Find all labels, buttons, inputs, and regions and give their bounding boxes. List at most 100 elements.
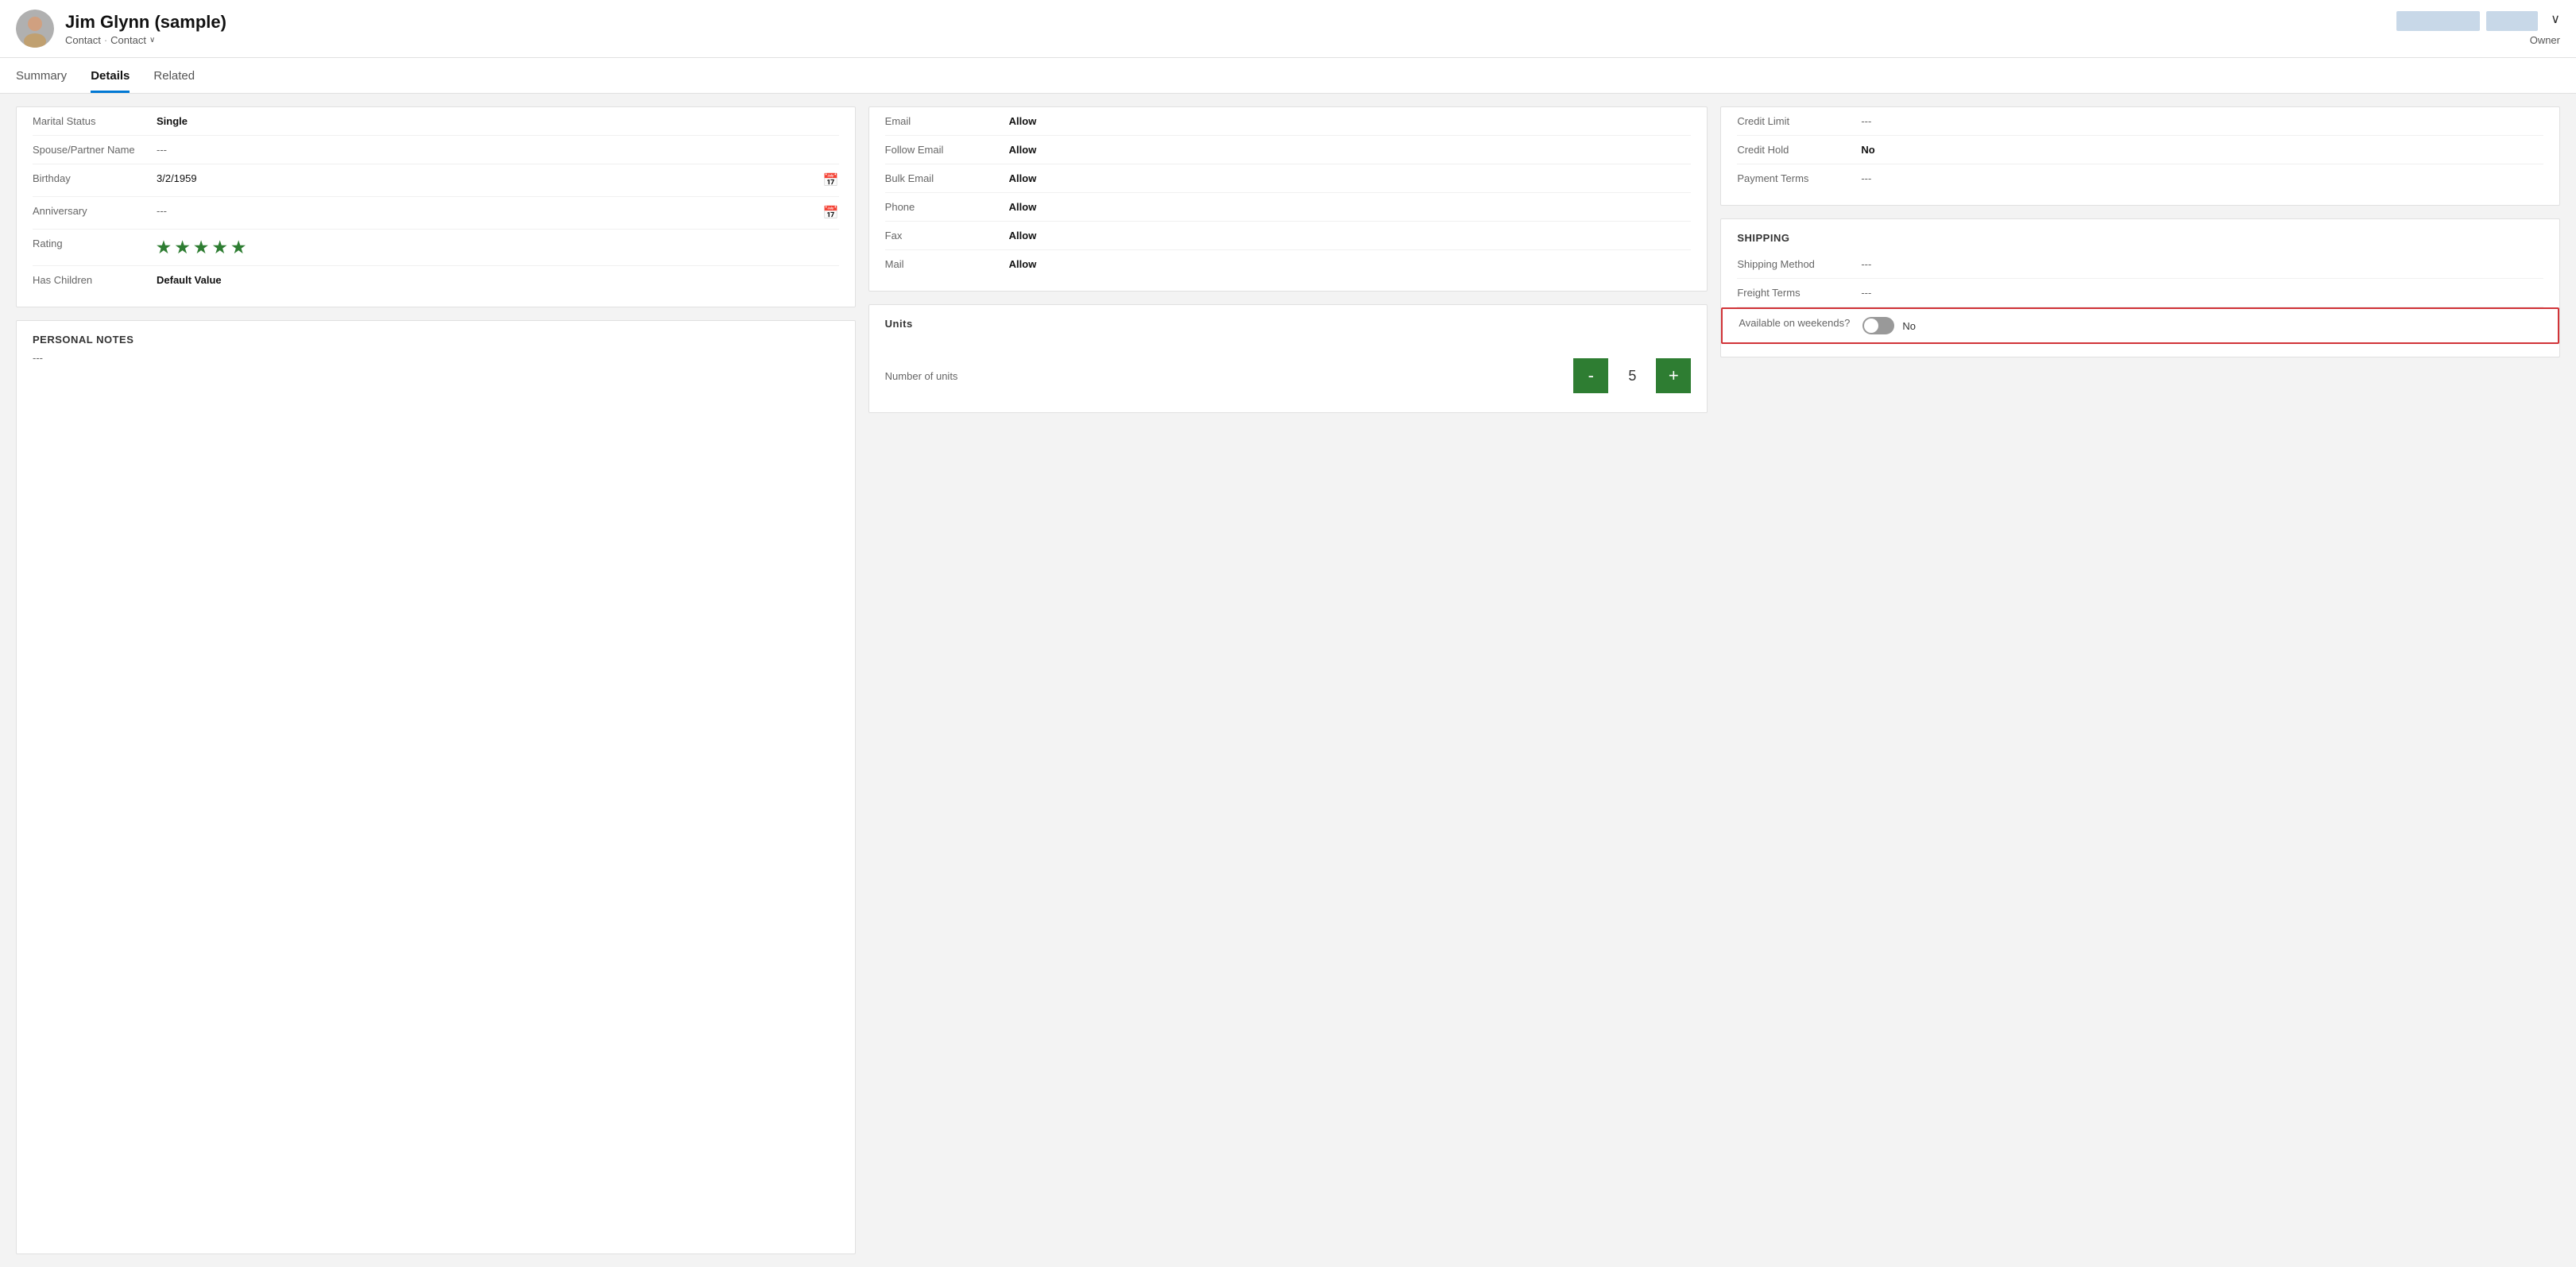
personal-info-card: Marital Status Single Spouse/Partner Nam… (16, 106, 856, 307)
has-children-value: Default Value (157, 274, 839, 286)
email-value: Allow (1009, 115, 1692, 127)
tab-summary[interactable]: Summary (16, 58, 67, 93)
units-row: Number of units - 5 + (885, 358, 1692, 393)
rating-label: Rating (33, 238, 144, 249)
weekends-label: Available on weekends? (1739, 317, 1850, 329)
field-follow-email: Follow Email Allow (885, 136, 1692, 164)
stepper-plus-button[interactable]: + (1656, 358, 1691, 393)
units-label: Number of units (885, 370, 1558, 382)
field-mail: Mail Allow (885, 250, 1692, 278)
header-owner: Owner (2530, 34, 2560, 46)
shipping-title: SHIPPING (1721, 219, 2559, 250)
right-column: Credit Limit --- Credit Hold No Payment … (1720, 106, 2560, 1254)
field-credit-limit: Credit Limit --- (1737, 107, 2543, 136)
personal-notes-body: --- (17, 352, 855, 396)
field-fax: Fax Allow (885, 222, 1692, 250)
rating-stars[interactable]: ★ ★ ★ ★ ★ (157, 238, 839, 257)
shipping-body: Shipping Method --- Freight Terms --- Av… (1721, 250, 2559, 357)
units-stepper: - 5 + (1573, 358, 1691, 393)
credit-card: Credit Limit --- Credit Hold No Payment … (1720, 106, 2560, 206)
payment-terms-value: --- (1861, 172, 2543, 184)
mid-column: Email Allow Follow Email Allow Bulk Emai… (868, 106, 1708, 1254)
star-2[interactable]: ★ (176, 239, 191, 257)
fax-label: Fax (885, 230, 996, 241)
subtitle-dot: · (104, 34, 107, 46)
field-has-children: Has Children Default Value (33, 266, 839, 294)
weekend-toggle[interactable] (1862, 317, 1894, 334)
field-spouse: Spouse/Partner Name --- (33, 136, 839, 164)
shipping-card: SHIPPING Shipping Method --- Freight Ter… (1720, 218, 2560, 357)
shipping-method-value: --- (1861, 258, 2543, 270)
birthday-value: 3/2/1959 (157, 172, 810, 184)
blurred-btn-2[interactable]: ████ (2486, 11, 2538, 31)
toggle-knob (1864, 319, 1878, 333)
shipping-method-label: Shipping Method (1737, 258, 1848, 270)
credit-hold-value: No (1861, 144, 2543, 156)
field-rating: Rating ★ ★ ★ ★ ★ (33, 230, 839, 266)
header-actions: ████ ████ ████ ∨ (2396, 11, 2560, 31)
phone-label: Phone (885, 201, 996, 213)
units-body: Number of units - 5 + (869, 336, 1708, 412)
personal-notes-title: PERSONAL NOTES (17, 321, 855, 352)
has-children-label: Has Children (33, 274, 144, 286)
header-chevron-icon[interactable]: ∨ (2551, 11, 2560, 31)
field-bulk-email: Bulk Email Allow (885, 164, 1692, 193)
units-card: Units Number of units - 5 + (868, 304, 1708, 413)
star-3[interactable]: ★ (194, 239, 210, 257)
birthday-calendar-icon[interactable]: 📅 (823, 172, 839, 188)
units-section-title: Units (869, 305, 1708, 336)
personal-info-body: Marital Status Single Spouse/Partner Nam… (17, 107, 855, 307)
birthday-label: Birthday (33, 172, 144, 184)
mail-value: Allow (1009, 258, 1692, 270)
tab-details[interactable]: Details (91, 58, 130, 93)
header: Jim Glynn (sample) Contact · Contact ∨ █… (0, 0, 2576, 58)
stepper-value: 5 (1608, 368, 1656, 384)
left-column: Marital Status Single Spouse/Partner Nam… (16, 106, 856, 1254)
tab-related[interactable]: Related (153, 58, 195, 93)
contact-name: Jim Glynn (sample) (65, 12, 2396, 33)
stepper-minus-button[interactable]: - (1573, 358, 1608, 393)
anniversary-value: --- (157, 205, 810, 217)
field-birthday: Birthday 3/2/1959 📅 (33, 164, 839, 197)
phone-value: Allow (1009, 201, 1692, 213)
anniversary-label: Anniversary (33, 205, 144, 217)
credit-hold-label: Credit Hold (1737, 144, 1848, 156)
credit-body: Credit Limit --- Credit Hold No Payment … (1721, 107, 2559, 205)
blurred-btn-1[interactable]: ████ ████ (2396, 11, 2480, 31)
star-1[interactable]: ★ (157, 239, 172, 257)
header-right: ████ ████ ████ ∨ Owner (2396, 11, 2560, 46)
field-freight-terms: Freight Terms --- (1737, 279, 2543, 307)
spouse-value: --- (157, 144, 839, 156)
comm-body: Email Allow Follow Email Allow Bulk Emai… (869, 107, 1708, 291)
communication-card: Email Allow Follow Email Allow Bulk Emai… (868, 106, 1708, 292)
field-payment-terms: Payment Terms --- (1737, 164, 2543, 192)
avatar (16, 10, 54, 48)
weekend-toggle-label: No (1902, 320, 1916, 332)
follow-email-label: Follow Email (885, 144, 996, 156)
email-label: Email (885, 115, 996, 127)
field-email: Email Allow (885, 107, 1692, 136)
freight-terms-label: Freight Terms (1737, 287, 1848, 299)
weekend-toggle-wrapper: No (1862, 317, 1916, 334)
anniversary-calendar-icon[interactable]: 📅 (823, 205, 839, 221)
marital-status-value: Single (157, 115, 839, 127)
field-phone: Phone Allow (885, 193, 1692, 222)
payment-terms-label: Payment Terms (1737, 172, 1848, 184)
star-4[interactable]: ★ (213, 239, 229, 257)
field-credit-hold: Credit Hold No (1737, 136, 2543, 164)
subtitle-dropdown-icon[interactable]: ∨ (149, 36, 155, 44)
bulk-email-label: Bulk Email (885, 172, 996, 184)
spouse-label: Spouse/Partner Name (33, 144, 144, 156)
header-subtitle: Contact · Contact ∨ (65, 34, 2396, 46)
star-5[interactable]: ★ (231, 239, 247, 257)
tabs-bar: Summary Details Related (0, 58, 2576, 94)
field-shipping-method: Shipping Method --- (1737, 250, 2543, 279)
mail-label: Mail (885, 258, 996, 270)
personal-notes-card: PERSONAL NOTES --- (16, 320, 856, 1254)
credit-limit-value: --- (1861, 115, 2543, 127)
freight-terms-value: --- (1861, 287, 2543, 299)
credit-limit-label: Credit Limit (1737, 115, 1848, 127)
main-content: Marital Status Single Spouse/Partner Nam… (0, 94, 2576, 1267)
follow-email-value: Allow (1009, 144, 1692, 156)
subtitle-contact1: Contact (65, 34, 101, 46)
